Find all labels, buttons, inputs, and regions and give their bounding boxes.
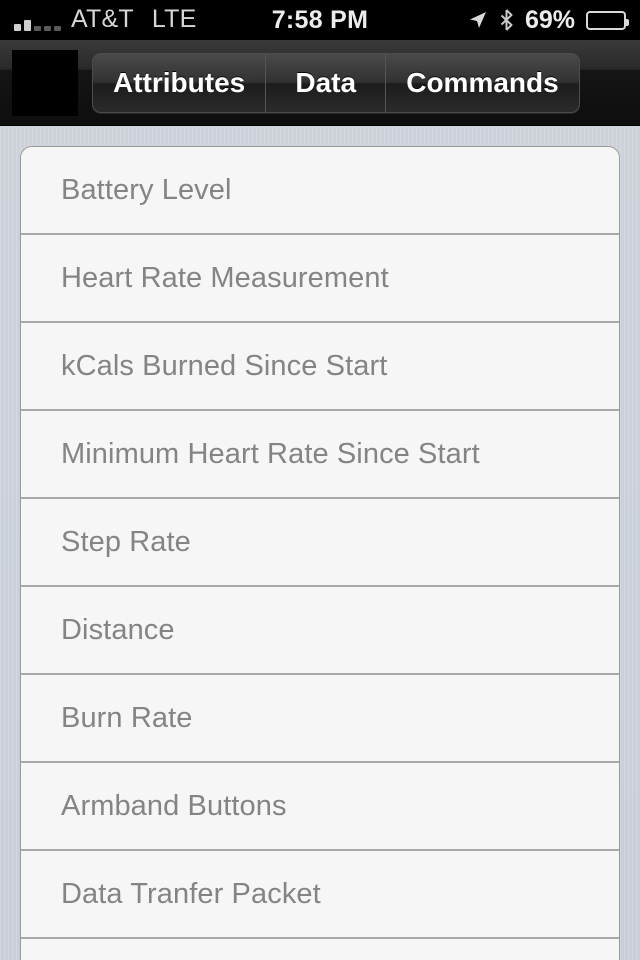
battery-icon xyxy=(586,10,629,30)
status-bar-left: AT&T LTE xyxy=(14,7,196,33)
battery-percent-label: 69% xyxy=(524,5,575,34)
table-row[interactable]: Distance xyxy=(21,587,619,675)
table-row[interactable]: Step Rate xyxy=(21,499,619,587)
list-item-label: Step Rate xyxy=(61,525,191,558)
list-item-label: Distance xyxy=(61,613,175,646)
table-row[interactable]: Data Tranfer Packet xyxy=(21,851,619,939)
location-arrow-icon xyxy=(469,12,486,28)
list-item-label: Burn Rate xyxy=(61,701,193,734)
list-item-label: Minimum Heart Rate Since Start xyxy=(61,437,480,470)
status-bar: AT&T LTE 7:58 PM 69% xyxy=(0,0,640,40)
tab-attributes[interactable]: Attributes xyxy=(93,53,267,112)
navigation-bar: Attributes Data Commands xyxy=(0,40,640,126)
list-item-label: Data Tranfer Packet xyxy=(61,877,321,910)
table-row[interactable]: Battery Level xyxy=(21,147,619,235)
list-item-label: Battery Level xyxy=(61,173,232,206)
carrier-label: AT&T xyxy=(71,5,134,33)
table-row[interactable]: Minimum Heart Rate Since Start xyxy=(21,411,619,499)
status-bar-right: 69% xyxy=(468,5,629,34)
phone-screen: AT&T LTE 7:58 PM 69% Attributes Data Com… xyxy=(0,0,640,960)
list-item-label: Armband Buttons xyxy=(61,789,287,822)
attributes-table[interactable]: Battery Level Heart Rate Measurement kCa… xyxy=(20,146,620,960)
table-row[interactable] xyxy=(21,939,619,960)
table-row[interactable]: Heart Rate Measurement xyxy=(21,235,619,323)
signal-bars-icon xyxy=(14,15,61,33)
table-row[interactable]: Armband Buttons xyxy=(21,763,619,851)
table-row[interactable]: kCals Burned Since Start xyxy=(21,323,619,411)
bluetooth-icon xyxy=(500,9,513,31)
table-row[interactable]: Burn Rate xyxy=(21,675,619,763)
clock-label: 7:58 PM xyxy=(271,5,369,34)
list-item-label: kCals Burned Since Start xyxy=(61,349,388,382)
tab-commands[interactable]: Commands xyxy=(386,54,578,112)
content-area: Battery Level Heart Rate Measurement kCa… xyxy=(0,126,640,960)
segmented-control[interactable]: Attributes Data Commands xyxy=(92,52,580,113)
list-item-label: Heart Rate Measurement xyxy=(61,261,389,294)
network-type-label: LTE xyxy=(151,5,197,33)
tab-data[interactable]: Data xyxy=(266,53,387,112)
device-thumbnail-image xyxy=(12,49,78,116)
